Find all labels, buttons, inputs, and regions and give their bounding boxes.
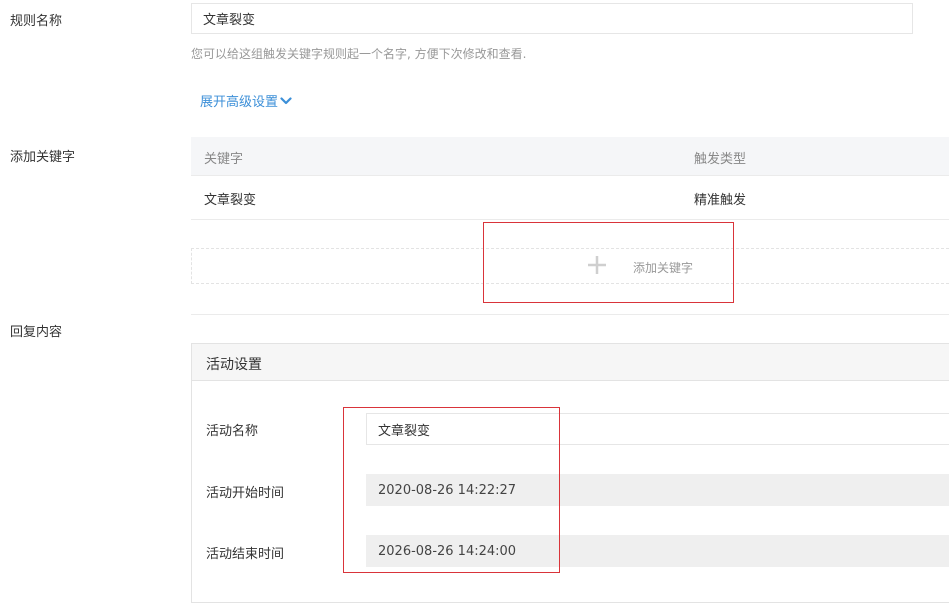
rule-name-label: 规则名称	[10, 14, 63, 29]
keywords-section-label: 添加关键字	[10, 150, 76, 165]
column-header-keyword: 关键字	[204, 152, 244, 167]
end-time-label: 活动结束时间	[206, 547, 285, 562]
activity-name-input[interactable]: 文章裂变	[366, 413, 949, 445]
plus-icon	[585, 253, 611, 282]
advanced-settings-label: 展开高级设置	[200, 95, 279, 110]
rule-name-hint: 您可以给这组触发关键字规则起一个名字, 方便下次修改和查看.	[191, 47, 527, 61]
column-header-trigger-type: 触发类型	[694, 152, 747, 167]
start-time-field[interactable]: 2020-08-26 14:22:27	[366, 474, 949, 506]
add-keyword-button[interactable]: 添加关键字	[585, 253, 693, 281]
panel-title: 活动设置	[206, 357, 262, 373]
section-divider	[191, 314, 949, 315]
start-time-label: 活动开始时间	[206, 486, 285, 501]
add-keyword-label: 添加关键字	[633, 260, 694, 275]
reply-section-label: 回复内容	[10, 325, 63, 340]
keyword-cell: 文章裂变	[204, 193, 257, 208]
panel-header: 活动设置	[192, 344, 949, 381]
add-keyword-area	[191, 248, 949, 284]
trigger-type-cell: 精准触发	[694, 193, 747, 208]
keywords-table-header: 关键字 触发类型	[191, 137, 949, 176]
rule-name-input[interactable]: 文章裂变	[191, 3, 913, 34]
chevron-down-icon	[280, 96, 292, 104]
advanced-settings-link[interactable]: 展开高级设置	[200, 91, 292, 110]
table-row[interactable]: 文章裂变 精准触发	[191, 175, 949, 220]
end-time-field[interactable]: 2026-08-26 14:24:00	[366, 535, 949, 567]
activity-name-label: 活动名称	[206, 424, 259, 439]
